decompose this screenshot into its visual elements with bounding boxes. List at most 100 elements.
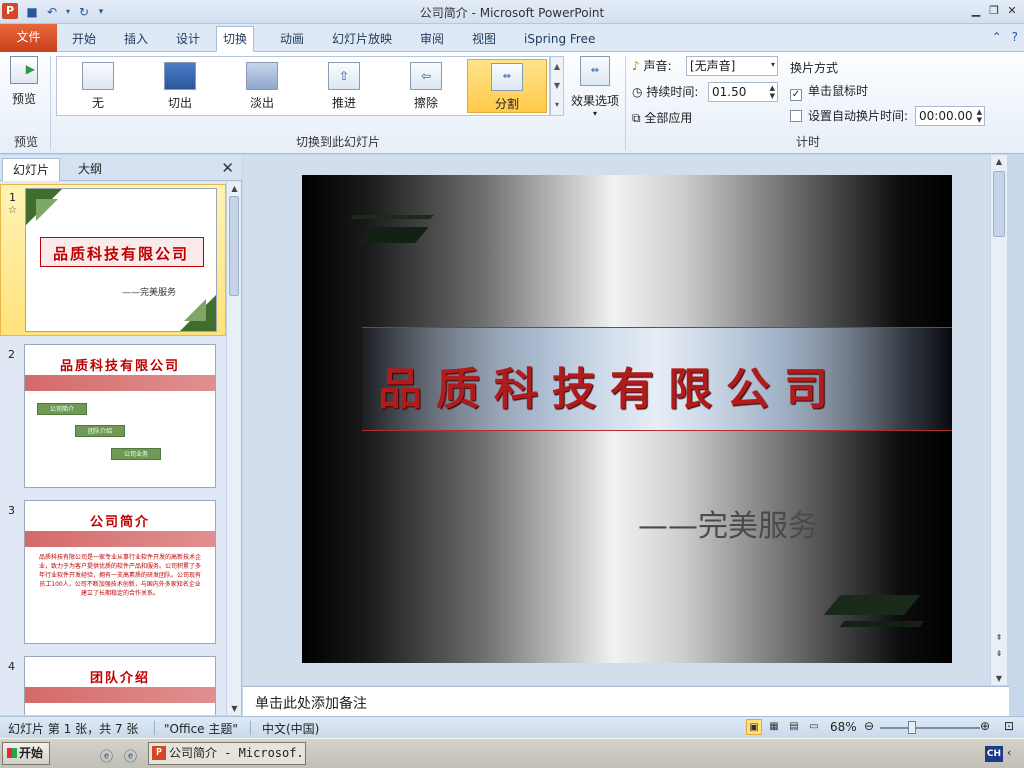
transition-fade-label: 淡出 [249,96,274,110]
slide-number: 2 [8,348,15,361]
view-buttons: ▣ ▦ ▤ ▭ [746,719,822,735]
zoom-out-icon[interactable]: ⊖ [864,719,874,733]
on-click-checkbox-row[interactable]: ✓ 单击鼠标时 [790,81,868,101]
theme-name[interactable]: "Office 主题" [164,720,238,737]
help-icon[interactable]: ? [1012,30,1018,44]
normal-view-icon[interactable]: ▣ [746,719,762,735]
scroll-up-icon[interactable]: ▲ [227,184,242,193]
quicklaunch-ie-icon[interactable]: ⓔ [100,746,113,765]
transition-cut[interactable]: 切出 [151,59,209,113]
gallery-scroll[interactable]: ▲ ▼ ▾ [550,56,564,116]
tab-review[interactable]: 审阅 [414,29,450,51]
tray-expand-icon[interactable]: ‹ [1007,746,1011,759]
transition-split[interactable]: ⇔ 分割 [467,59,547,113]
after-time-checkbox[interactable] [790,110,802,122]
zoom-level[interactable]: 68% [830,720,857,734]
slide-thumbnail-1[interactable]: 1 ☆ 品质科技有限公司 ——完美服务 [0,184,226,336]
transition-push[interactable]: ⇧ 推进 [315,59,373,113]
tab-outline[interactable]: 大纲 [68,158,112,181]
transition-push-icon: ⇧ [328,62,360,90]
transition-wipe[interactable]: ⇦ 擦除 [397,59,455,113]
tab-animations[interactable]: 动画 [274,29,310,51]
tab-slideshow[interactable]: 幻灯片放映 [326,29,398,51]
effect-options-button[interactable]: ⇔ 效果选项 ▾ [570,56,620,126]
transition-cut-icon [164,62,196,90]
tab-home[interactable]: 开始 [66,29,102,51]
minimize-icon[interactable]: ▁ [968,3,984,19]
transition-none[interactable]: 无 [69,59,127,113]
chevron-down-icon[interactable]: ▾ [771,61,775,69]
slide-sorter-icon[interactable]: ▦ [766,719,782,735]
slide-count: 幻灯片 第 1 张，共 7 张 [8,722,139,736]
sound-select[interactable]: [无声音] ▾ [686,56,778,76]
transition-fade[interactable]: 淡出 [233,59,291,113]
next-slide-icon[interactable]: ⇟ [991,649,1007,658]
duration-row: ◷ 持续时间: [632,82,698,102]
restore-icon[interactable]: ❐ [986,3,1002,19]
tab-slides[interactable]: 幻灯片 [2,158,61,181]
language[interactable]: 中文(中国) [262,720,319,737]
thumb-band [25,375,215,391]
apply-all-button[interactable]: ⧉ 全部应用 [632,108,692,128]
slide-number: 3 [8,504,15,517]
slide-number: 4 [8,660,15,673]
slide-thumbnail-3[interactable]: 3 公司简介 品质科技有限公司是一家专业从事行业软件开发的高新技术企业，致力于为… [0,498,226,648]
close-pane-icon[interactable]: ✕ [221,159,234,177]
preview-button[interactable]: 预览 [6,56,42,116]
transition-gallery: 无 切出 淡出 ⇧ 推进 ⇦ 擦除 ⇔ 分割 [56,56,550,116]
notes-pane[interactable]: 单击此处添加备注 [243,686,1009,716]
close-icon[interactable]: ✕ [1004,3,1020,19]
quicklaunch-browser-icon[interactable]: ⓔ [124,746,137,765]
scroll-thumb[interactable] [229,196,239,296]
slides-pane: 幻灯片 大纲 ✕ 1 ☆ 品质科技有限公司 ——完美服务 2 品质科技有限公司 [0,155,242,715]
scroll-thumb[interactable] [993,171,1005,237]
tab-design[interactable]: 设计 [170,29,206,51]
window-title: 公司简介 - Microsoft PowerPoint [419,6,605,20]
gallery-down-icon[interactable]: ▼ [551,76,563,95]
tab-insert[interactable]: 插入 [118,29,154,51]
prev-slide-icon[interactable]: ⇞ [991,633,1007,642]
slide-thumbnail-4[interactable]: 4 团队介绍 [0,654,226,715]
scroll-down-icon[interactable]: ▼ [227,704,242,713]
start-button[interactable]: 开始 [2,742,50,765]
slide-thumbnail-2[interactable]: 2 品质科技有限公司 公司简介 团队介绍 公司业务 [0,342,226,492]
ime-indicator[interactable]: CH [985,746,1003,762]
corner-shape [184,299,206,321]
reading-view-icon[interactable]: ▤ [786,719,802,735]
current-slide[interactable]: 品质科技有限公司 ——完美服务 [302,175,952,663]
duration-stepper[interactable]: ▲ ▼ [770,84,775,100]
transition-split-icon: ⇔ [491,63,523,91]
after-time-value: 00:00.00 [919,109,973,123]
gallery-more-icon[interactable]: ▾ [551,95,563,114]
status-separator [154,721,155,735]
zoom-slider-knob[interactable] [908,721,916,734]
after-time-stepper[interactable]: ▲ ▼ [977,108,982,124]
window-controls: ▁ ❐ ✕ [968,3,1020,19]
slide-preview: 公司简介 品质科技有限公司是一家专业从事行业软件开发的高新技术企业，致力于为客户… [24,500,216,644]
decor-stripe [839,621,925,627]
slideshow-view-icon[interactable]: ▭ [806,719,822,735]
slide-subtitle[interactable]: ——完美服务 [638,501,818,545]
collapse-ribbon-icon[interactable]: ⌃ [992,30,1002,44]
gallery-up-icon[interactable]: ▲ [551,57,563,76]
main-scrollbar[interactable]: ▲ ⇞ ⇟ ▼ [990,155,1007,685]
tab-view[interactable]: 视图 [466,29,502,51]
zoom-in-icon[interactable]: ⊕ [980,719,990,733]
slides-pane-scrollbar[interactable]: ▲ ▼ [226,182,241,715]
status-separator [250,721,251,735]
scroll-up-icon[interactable]: ▲ [991,157,1007,166]
slide-title[interactable]: 品质科技有限公司 [378,353,842,417]
tab-ispring[interactable]: iSpring Free [518,29,601,51]
advance-slide-title: 换片方式 [790,61,839,75]
scroll-down-icon[interactable]: ▼ [991,674,1007,683]
zoom-slider[interactable] [880,727,980,729]
tab-file[interactable]: 文件 [0,24,57,52]
duration-input[interactable]: 01.50 ▲ ▼ [708,82,778,102]
tab-transitions[interactable]: 切换 [216,26,255,52]
taskbar-powerpoint-item[interactable]: 公司简介 - Microsof... [148,742,306,765]
sound-icon: ♪ [632,59,640,73]
after-time-checkbox-row[interactable]: 设置自动换片时间: [790,106,908,126]
after-time-input[interactable]: 00:00.00 ▲ ▼ [915,106,985,126]
fit-to-window-icon[interactable]: ⊡ [1004,719,1014,733]
on-click-checkbox[interactable]: ✓ [790,89,802,101]
